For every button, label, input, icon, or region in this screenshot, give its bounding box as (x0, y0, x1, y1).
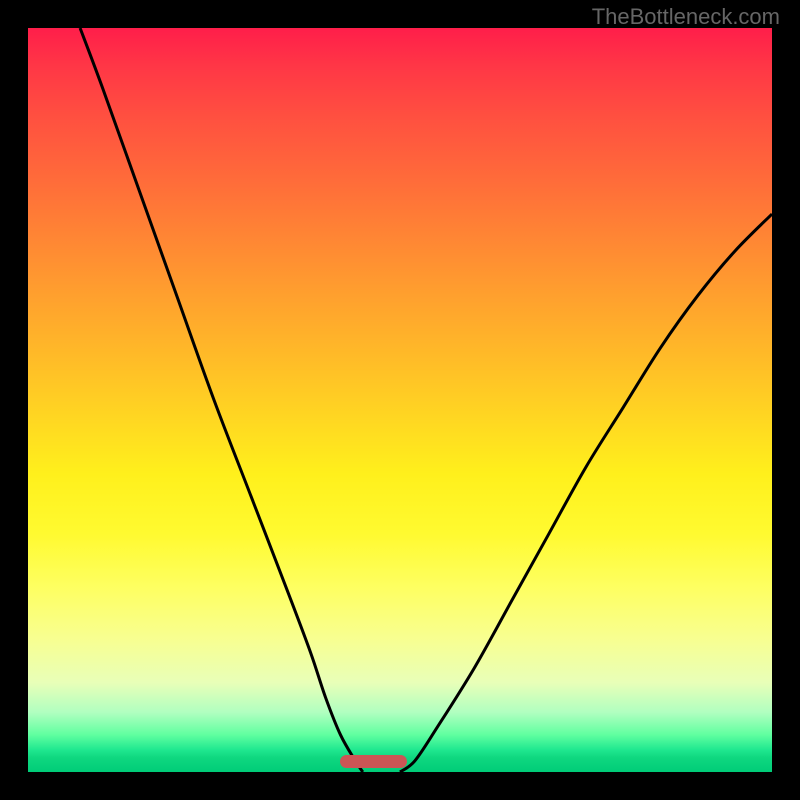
curves-svg (28, 28, 772, 772)
watermark-text: TheBottleneck.com (592, 4, 780, 30)
left-curve-path (80, 28, 363, 772)
right-curve-path (400, 214, 772, 772)
optimal-marker (340, 755, 407, 768)
chart-container (28, 28, 772, 772)
